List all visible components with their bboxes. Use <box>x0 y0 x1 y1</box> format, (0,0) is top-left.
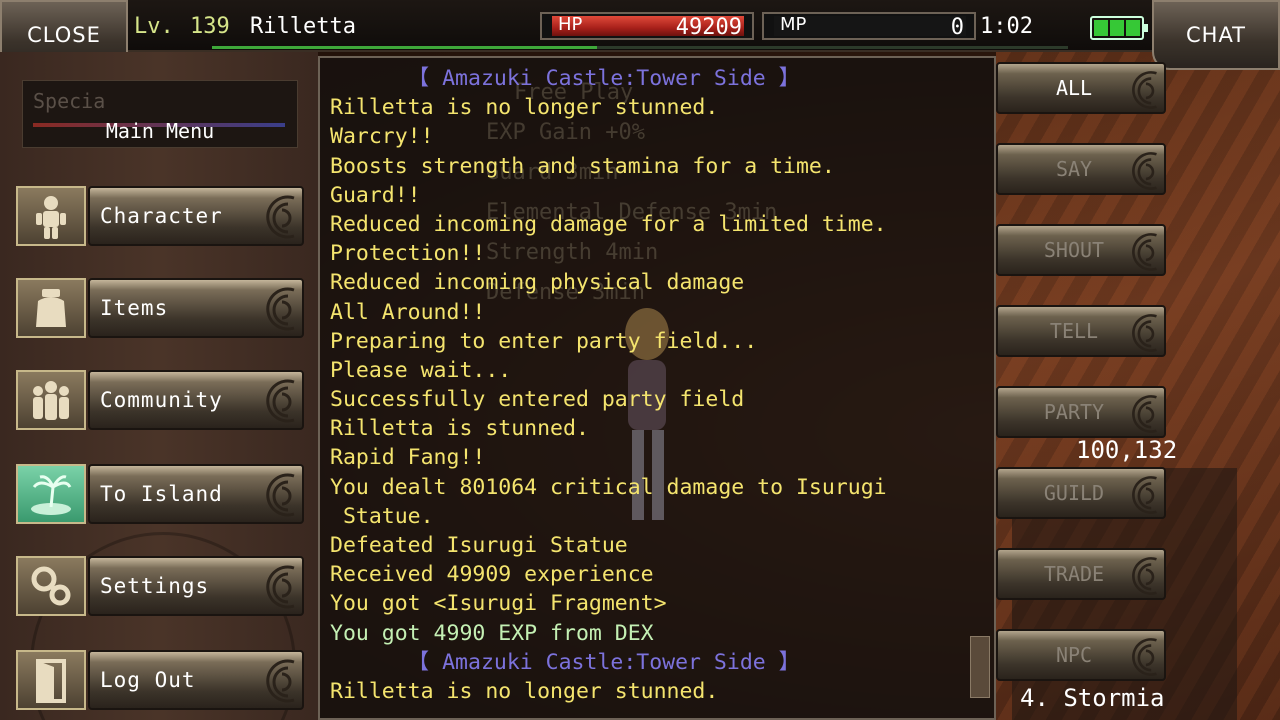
menu-item-label[interactable]: Character <box>88 186 304 246</box>
swirl-ornament-icon <box>1132 71 1157 109</box>
menu-item-character[interactable]: Character <box>16 186 304 246</box>
xp-bar-track <box>597 46 1068 49</box>
channel-label: PARTY <box>1043 400 1105 424</box>
channel-button-party[interactable]: PARTY <box>996 386 1166 438</box>
swirl-ornament-icon <box>1132 638 1157 676</box>
chat-location-line: 【 Amazuki Castle:Tower Side 】 <box>330 649 801 675</box>
channel-label: SAY <box>1055 157 1093 181</box>
swirl-ornament-icon <box>1132 476 1157 514</box>
menu-item-label[interactable]: Log Out <box>88 650 304 710</box>
menu-item-label[interactable]: Community <box>88 370 304 430</box>
swirl-ornament-icon <box>1132 152 1157 190</box>
menu-item-community[interactable]: Community <box>16 370 304 430</box>
chat-log-line: Reduced incoming damage for a limited ti… <box>330 211 887 237</box>
hp-value: 49209 <box>675 15 742 40</box>
menu-label-settings: Settings <box>100 574 210 598</box>
channel-button-say[interactable]: SAY <box>996 143 1166 195</box>
chat-log-line: Protection!! <box>330 241 486 267</box>
chat-scrollbar[interactable] <box>970 636 990 698</box>
hp-gauge: HP 49209 <box>540 12 754 40</box>
channel-button-trade[interactable]: TRADE <box>996 548 1166 600</box>
swirl-ornament-icon <box>266 379 295 423</box>
menu-label-to-island: To Island <box>100 482 223 506</box>
clock: 1:02 <box>980 14 1033 39</box>
chat-button[interactable]: CHAT <box>1152 0 1280 70</box>
channel-label: NPC <box>1055 643 1093 667</box>
hp-label: HP <box>558 14 583 35</box>
chat-log-line: You got 4990 EXP from DEX <box>330 620 654 646</box>
swirl-ornament-icon <box>266 473 295 517</box>
menu-label-community: Community <box>100 388 223 412</box>
channel-label: ALL <box>1055 76 1093 100</box>
channel-button-npc[interactable]: NPC <box>996 629 1166 681</box>
chat-log-line: You dealt 801064 critical damage to Isur… <box>330 474 887 500</box>
menu-item-log-out[interactable]: Log Out <box>16 650 304 710</box>
swirl-ornament-icon <box>1132 314 1157 352</box>
menu-label-log-out: Log Out <box>100 668 196 692</box>
channel-label: SHOUT <box>1043 238 1105 262</box>
main-menu-header: Specia Main Menu <box>22 80 298 148</box>
chat-log-line: Rilletta is no longer stunned. <box>330 678 719 704</box>
swirl-ornament-icon <box>1132 395 1157 433</box>
chat-log-line: You got <Isurugi Fragment> <box>330 591 667 617</box>
chat-log-line: Defeated Isurugi Statue <box>330 533 628 558</box>
channel-label: TELL <box>1049 319 1099 343</box>
mp-label: MP <box>780 14 807 35</box>
mp-gauge: MP 0 <box>762 12 976 40</box>
level-prefix: Lv. <box>134 14 174 39</box>
channel-label: TRADE <box>1043 562 1105 586</box>
server-name: 4. Stormia <box>1020 684 1165 712</box>
channel-label: GUILD <box>1043 481 1105 505</box>
items-icon <box>16 278 86 338</box>
chat-log-line: Warcry!! <box>330 124 434 150</box>
chat-log-line: Reduced incoming physical damage <box>330 270 745 296</box>
chat-log-line: Please wait... <box>330 357 512 383</box>
settings-icon <box>16 556 86 616</box>
chat-log-line: Boosts strength and stamina for a time. <box>330 153 835 179</box>
menu-item-to-island[interactable]: To Island <box>16 464 304 524</box>
chat-log-line: Preparing to enter party field... <box>330 328 758 354</box>
swirl-ornament-icon <box>266 195 295 239</box>
status-bar: Lv. 139 Rilletta HP 49209 MP 0 1:02 <box>0 0 1280 52</box>
channel-button-all[interactable]: ALL <box>996 62 1166 114</box>
character-icon <box>16 186 86 246</box>
special-text-partial: Specia <box>33 89 106 113</box>
channel-button-guild[interactable]: GUILD <box>996 467 1166 519</box>
chat-log-line: Rilletta is stunned. <box>330 416 589 442</box>
xp-bar-fill <box>212 46 597 49</box>
main-menu-title: Main Menu <box>105 119 215 143</box>
channel-button-tell[interactable]: TELL <box>996 305 1166 357</box>
chat-log-line: Rapid Fang!! <box>330 445 486 471</box>
menu-item-items[interactable]: Items <box>16 278 304 338</box>
chat-log-panel[interactable]: Free Play EXP Gain +0% Guard 3min Elemen… <box>318 56 996 720</box>
chat-location-line: 【 Amazuki Castle:Tower Side 】 <box>330 66 801 91</box>
swirl-ornament-icon <box>266 565 295 609</box>
battery-icon <box>1090 16 1148 40</box>
island-icon <box>16 464 86 524</box>
chat-log-line: Guard!! <box>330 182 421 208</box>
menu-item-label[interactable]: To Island <box>88 464 304 524</box>
menu-item-label[interactable]: Items <box>88 278 304 338</box>
swirl-ornament-icon <box>1132 233 1157 271</box>
chat-log-line: Statue. <box>330 503 434 529</box>
swirl-ornament-icon <box>266 659 295 703</box>
chat-log-line: All Around!! <box>330 299 486 325</box>
level-value: 139 <box>190 14 230 39</box>
channel-button-shout[interactable]: SHOUT <box>996 224 1166 276</box>
menu-item-label[interactable]: Settings <box>88 556 304 616</box>
chat-log-lines: 【 Amazuki Castle:Tower Side 】 Rilletta is… <box>330 64 972 706</box>
menu-label-items: Items <box>100 296 169 320</box>
swirl-ornament-icon <box>1132 557 1157 595</box>
community-icon <box>16 370 86 430</box>
logout-icon <box>16 650 86 710</box>
menu-label-character: Character <box>100 204 223 228</box>
chat-log-line: Received 49909 experience <box>330 562 654 588</box>
chat-log-line: Rilletta is no longer stunned. <box>330 95 719 121</box>
menu-item-settings[interactable]: Settings <box>16 556 304 616</box>
chat-log-line: Successfully entered party field <box>330 387 745 413</box>
swirl-ornament-icon <box>266 287 295 331</box>
mp-value: 0 <box>950 15 964 40</box>
map-coordinates: 100,132 <box>1076 436 1178 464</box>
player-name: Rilletta <box>250 14 356 39</box>
